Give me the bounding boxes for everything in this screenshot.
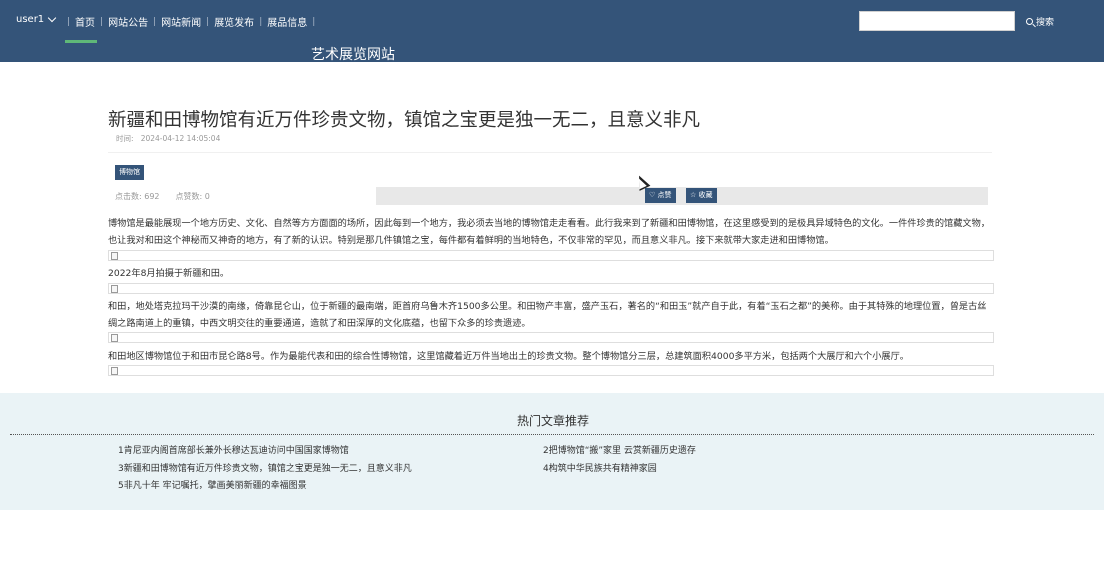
nav-separator: | <box>312 16 316 27</box>
chevron-down-icon <box>47 13 57 23</box>
article-title: 新疆和田博物馆有近万件珍贵文物，镇馆之宝更是独一无二，且意义非凡 <box>108 110 701 131</box>
hot-article-link[interactable]: 2把博物馆“搬”家里 云赏新疆历史遗存 <box>543 443 696 456</box>
main-nav: | 首页 | 网站公告 | 网站新闻 | 展览发布 | 展品信息 | <box>62 14 320 30</box>
broken-image-icon <box>111 334 118 342</box>
nav-exhibits[interactable]: 展品信息 <box>267 14 307 29</box>
hot-article-link[interactable]: 5非凡十年 牢记嘱托，擘画美丽新疆的幸福图景 <box>118 478 307 491</box>
search-button[interactable]: 搜索 <box>1026 15 1054 28</box>
action-bar <box>376 187 988 205</box>
hot-article-link[interactable]: 1肯尼亚内阁首席部长兼外长穆达瓦迪访问中国国家博物馆 <box>118 443 349 456</box>
article-image <box>108 283 994 294</box>
search-label: 搜索 <box>1036 18 1055 28</box>
search-input[interactable] <box>859 11 1015 31</box>
article-image <box>108 332 994 343</box>
clicks-label: 点击数: <box>115 192 142 201</box>
nav-active-indicator <box>65 40 97 43</box>
category-tag[interactable]: 博物馆 <box>115 165 144 180</box>
user-menu[interactable]: user1 <box>16 13 57 25</box>
likes-stat: 点赞数: 0 <box>176 191 210 202</box>
broken-image-icon <box>111 285 118 293</box>
nav-news[interactable]: 网站新闻 <box>161 14 201 29</box>
broken-image-icon <box>111 252 118 260</box>
hot-articles-title: 热门文章推荐 <box>517 414 590 428</box>
time-label: 时间: <box>116 134 134 143</box>
article-paragraph: 2022年8月拍摄于新疆和田。 <box>108 268 230 279</box>
article-paragraph: 和田地区博物馆位于和田市昆仑路8号。作为最能代表和田的综合性博物馆，这里馆藏着近… <box>108 351 909 362</box>
broken-image-icon <box>111 367 118 375</box>
nav-announcements[interactable]: 网站公告 <box>108 14 148 29</box>
divider <box>108 152 992 153</box>
nav-home[interactable]: 首页 <box>75 14 95 29</box>
article-paragraph: 和田，地处塔克拉玛干沙漠的南缘，倚靠昆仑山，位于新疆的最南端，距首府乌鲁木齐15… <box>108 301 987 329</box>
search-icon <box>1026 18 1033 25</box>
clicks-stat: 点击数: 692 <box>115 191 160 202</box>
article-paragraph: 博物馆是最能展现一个地方历史、文化、自然等方方面面的场所，因此每到一个地方，我必… <box>108 218 990 246</box>
nav-separator: | <box>259 16 263 27</box>
site-title: 艺术展览网站 <box>311 47 395 63</box>
article-image <box>108 365 994 376</box>
nav-separator: | <box>206 16 210 27</box>
article-stats: 点击数: 692 点赞数: 0 <box>115 191 210 202</box>
publish-time: 2024-04-12 14:05:04 <box>140 134 221 143</box>
nav-separator: | <box>67 16 71 27</box>
dotted-divider <box>10 434 1094 435</box>
username: user1 <box>16 14 45 25</box>
hot-article-link[interactable]: 3新疆和田博物馆有近万件珍贵文物，镇馆之宝更是独一无二，且意义非凡 <box>118 461 412 474</box>
likes-count: 0 <box>204 192 210 201</box>
clicks-count: 692 <box>144 192 160 201</box>
nav-exhibitions[interactable]: 展览发布 <box>214 14 254 29</box>
top-navbar: user1 | 首页 | 网站公告 | 网站新闻 | 展览发布 | 展品信息 |… <box>0 0 1104 63</box>
article-meta: 时间: 2024-04-12 14:05:04 <box>116 133 220 144</box>
nav-separator: | <box>100 16 104 27</box>
nav-separator: | <box>153 16 157 27</box>
favorite-button[interactable]: ☆ 收藏 <box>686 188 717 203</box>
like-button[interactable]: ♡ 点赞 <box>645 188 676 203</box>
article-image <box>108 250 994 261</box>
likes-label: 点赞数: <box>175 192 203 201</box>
hot-article-link[interactable]: 4构筑中华民族共有精神家园 <box>543 461 657 474</box>
